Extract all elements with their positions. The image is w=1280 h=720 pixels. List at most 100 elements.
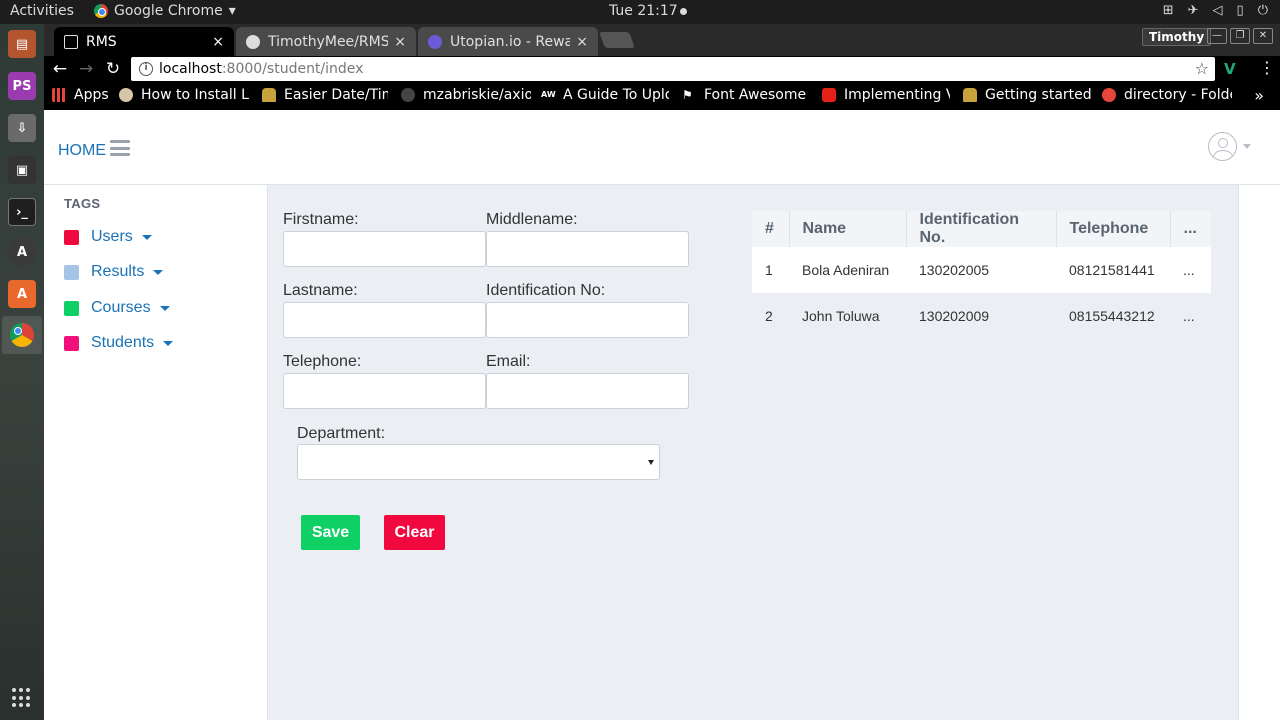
email-label: Email: — [486, 353, 531, 370]
bookmark-item[interactable]: How to Install La — [119, 87, 249, 103]
bookmark-star-icon[interactable]: ☆ — [1195, 59, 1209, 78]
bookmark-item[interactable]: directory - Folde — [1102, 87, 1232, 103]
info-icon[interactable]: i — [139, 62, 153, 76]
bookmark-item[interactable]: AW A Guide To Uploa — [541, 87, 669, 103]
column-header-identification[interactable]: Identification No. — [906, 211, 1057, 247]
software-updater-icon[interactable]: A — [8, 238, 36, 266]
reload-icon[interactable]: ↻ — [102, 58, 124, 80]
identification-field[interactable] — [486, 302, 689, 338]
video-editor-icon[interactable]: ▣ — [8, 156, 36, 184]
app-menu-label: Google Chrome — [114, 3, 223, 19]
terminal-icon[interactable]: ›_ — [8, 198, 36, 226]
bookmark-item[interactable]: ⚑ Font Awesome Ic — [682, 87, 812, 103]
telephone-label: Telephone: — [283, 353, 362, 370]
tag-color-swatch — [64, 264, 79, 280]
page-icon — [64, 34, 78, 49]
new-tab-button[interactable] — [599, 32, 635, 48]
avatar[interactable] — [1208, 132, 1237, 161]
sidebar-item-results[interactable]: Results — [64, 261, 164, 283]
usb-creator-icon[interactable]: ⇩ — [8, 114, 36, 142]
app-menu[interactable]: Google Chrome ▾ — [94, 3, 236, 19]
clear-button[interactable]: Clear — [384, 515, 445, 550]
sidebar-item-students[interactable]: Students — [64, 332, 174, 354]
network-icon[interactable]: ⊞ — [1163, 3, 1174, 18]
tab-github[interactable]: TimothyMee/RMS: × — [236, 27, 416, 56]
hamburger-menu-icon[interactable] — [110, 140, 130, 156]
bookmarks-bar: Apps How to Install La Easier Date/Time … — [44, 82, 1280, 110]
sidebar: TAGS Users Results Courses Students — [44, 185, 268, 720]
restore-icon[interactable]: ❐ — [1230, 28, 1250, 44]
lastname-field[interactable] — [283, 302, 486, 338]
launcher: ▤ PS ⇩ ▣ ›_ A A — [0, 24, 44, 720]
avatar-body — [1213, 150, 1233, 160]
home-link[interactable]: HOME — [58, 142, 106, 160]
files-icon[interactable]: ▤ — [8, 30, 36, 58]
email-field[interactable] — [486, 373, 689, 409]
web-page: HOME TAGS Users Results Courses Students… — [44, 110, 1280, 720]
chevron-down-icon: ▾ — [228, 3, 236, 19]
bookmark-item[interactable]: Easier Date/Time — [262, 87, 388, 103]
table-row[interactable]: 2 John Toluwa 130202009 08155443212 ... — [752, 293, 1211, 339]
row-telephone: 08121581441 — [1056, 247, 1170, 293]
row-more-button[interactable]: ... — [1170, 247, 1211, 293]
power-icon[interactable]: ⏻ — [1258, 3, 1268, 18]
tab-rms[interactable]: RMS × — [54, 27, 234, 56]
chrome-launcher-icon[interactable] — [8, 321, 36, 349]
save-button[interactable]: Save — [301, 515, 360, 550]
volume-icon[interactable]: ◁ — [1213, 3, 1223, 18]
middlename-field[interactable] — [486, 231, 689, 267]
system-tray[interactable]: ⊞ ✈ ◁ ▯ ⏻ — [1163, 3, 1268, 18]
bookmark-label: How to Install La — [141, 87, 249, 103]
table-row[interactable]: 1 Bola Adeniran 130202005 08121581441 ..… — [752, 247, 1211, 293]
flag-icon: ⚑ — [682, 88, 693, 102]
tab-strip: RMS × TimothyMee/RMS: × Utopian.io - Rew… — [44, 24, 1280, 56]
more-bookmarks-button[interactable]: » — [1254, 86, 1264, 105]
chevron-down-icon — [163, 340, 174, 346]
bookmark-apps[interactable]: Apps — [52, 87, 114, 103]
close-window-icon[interactable]: ✕ — [1253, 28, 1273, 44]
back-icon[interactable]: ← — [49, 58, 71, 80]
phpstorm-icon[interactable]: PS — [8, 72, 36, 100]
profile-button[interactable]: Timothy — [1142, 28, 1212, 46]
column-header-name[interactable]: Name — [789, 211, 907, 247]
airplane-icon[interactable]: ✈ — [1188, 3, 1199, 18]
firstname-field[interactable] — [283, 231, 486, 267]
battery-icon[interactable]: ▯ — [1237, 3, 1244, 18]
sidebar-item-users[interactable]: Users — [64, 226, 152, 248]
sidebar-item-courses[interactable]: Courses — [64, 297, 170, 319]
chrome-icon — [94, 4, 108, 18]
row-more-button[interactable]: ... — [1170, 293, 1211, 339]
column-header-telephone[interactable]: Telephone — [1056, 211, 1171, 247]
forward-icon[interactable]: → — [75, 58, 97, 80]
bookmark-item[interactable]: mzabriskie/axios — [401, 87, 531, 103]
select-arrow-icon — [648, 460, 654, 465]
activities-button[interactable]: Activities — [10, 3, 74, 19]
telephone-field[interactable] — [283, 373, 486, 409]
site-icon — [262, 88, 276, 102]
identification-label: Identification No: — [486, 282, 606, 299]
main-content: Firstname: Middlename: Lastname: Identif… — [268, 185, 1238, 720]
tag-color-swatch — [64, 229, 79, 245]
close-icon[interactable]: × — [212, 34, 224, 50]
close-icon[interactable]: × — [576, 34, 588, 50]
chevron-down-icon[interactable] — [1243, 144, 1251, 149]
menu-icon[interactable]: ⋮ — [1259, 58, 1275, 77]
address-bar[interactable]: i localhost :8000/student/index ☆ — [131, 57, 1215, 81]
vue-devtools-icon[interactable]: V — [1224, 60, 1236, 78]
show-apps-icon[interactable] — [12, 688, 32, 708]
browser-toolbar: ← → ↻ i localhost :8000/student/index ☆ … — [44, 56, 1280, 82]
tab-utopian[interactable]: Utopian.io - Reward × — [418, 27, 598, 56]
software-center-icon[interactable]: A — [8, 280, 36, 308]
bookmark-item[interactable]: Getting started — [963, 87, 1091, 103]
bookmark-item[interactable]: Implementing V — [822, 87, 950, 103]
column-header-number[interactable]: # — [752, 211, 790, 247]
close-icon[interactable]: × — [394, 34, 406, 50]
tab-title: TimothyMee/RMS: — [268, 33, 389, 50]
clock[interactable]: Tue 21:17 — [609, 3, 687, 19]
bookmark-label: Font Awesome Ic — [704, 87, 812, 103]
column-header-more[interactable]: ... — [1170, 211, 1211, 247]
department-select[interactable] — [297, 444, 660, 480]
lastname-label: Lastname: — [283, 282, 358, 299]
minimize-icon[interactable]: — — [1207, 28, 1227, 44]
bookmark-label: Apps — [74, 87, 109, 103]
